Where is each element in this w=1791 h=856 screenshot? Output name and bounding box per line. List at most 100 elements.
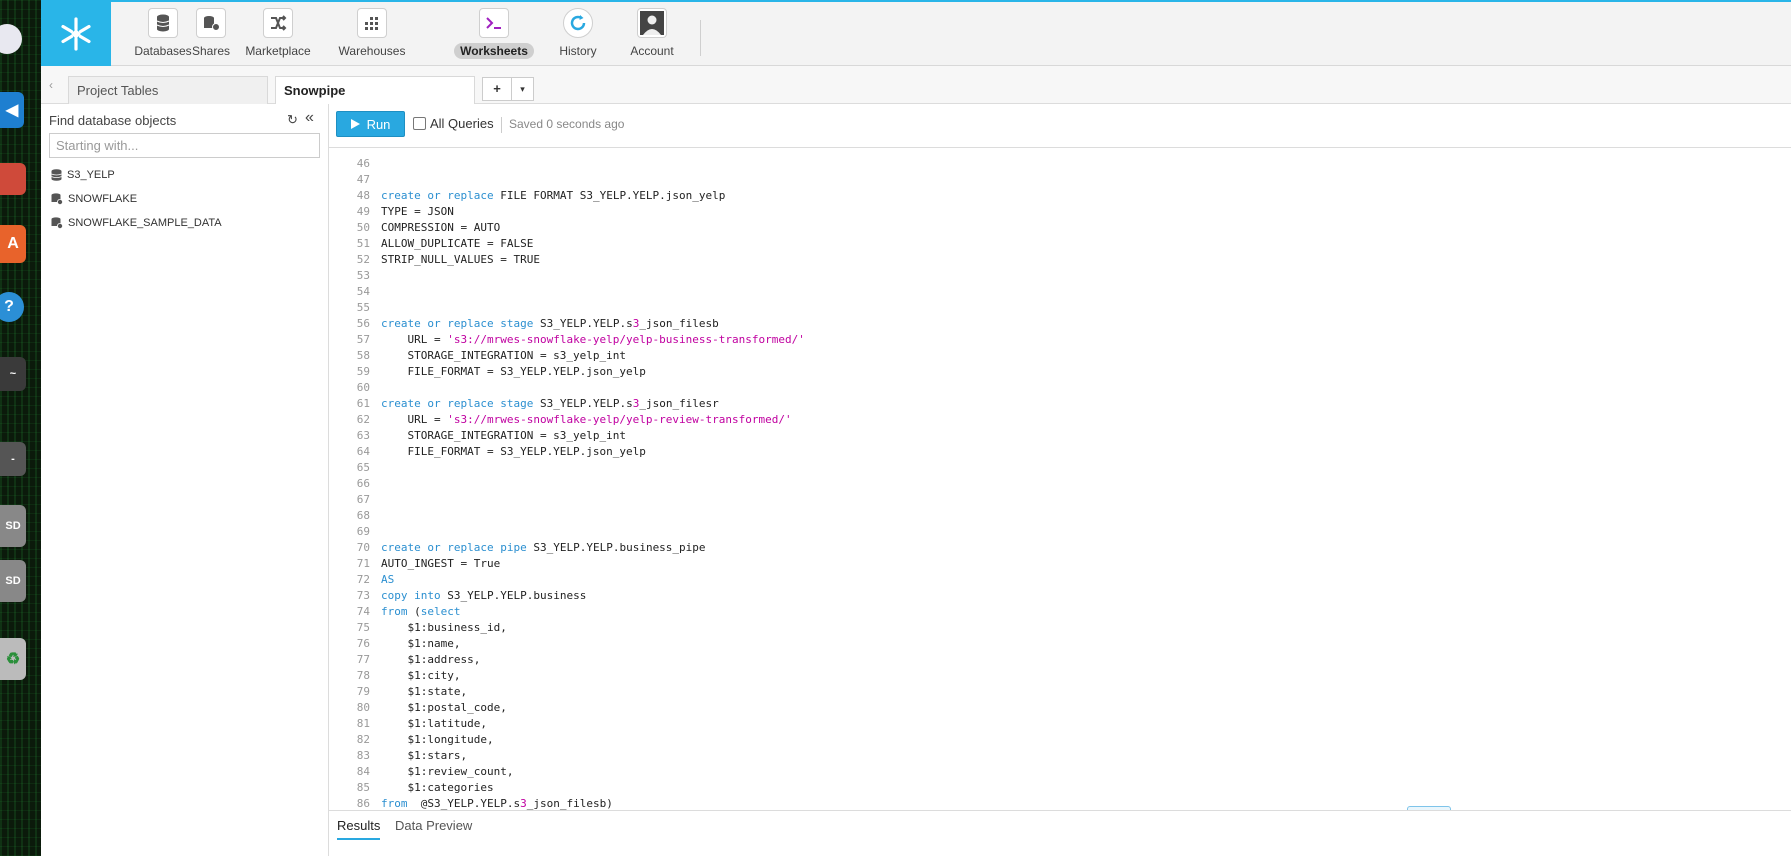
software-center-icon[interactable]: A <box>0 225 26 263</box>
code-text: $1:longitude, <box>381 733 494 746</box>
code-line[interactable]: 78 $1:city, <box>329 668 1791 684</box>
vscode-icon[interactable]: ◀ <box>0 92 24 128</box>
code-line[interactable]: 77 $1:address, <box>329 652 1791 668</box>
code-line[interactable]: 86 from @S3_YELP.YELP.s3_json_filesb) <box>329 796 1791 810</box>
code-line[interactable]: 62 URL = 's3://mrwes-snowflake-yelp/yelp… <box>329 412 1791 428</box>
code-line[interactable]: 57 URL = 's3://mrwes-snowflake-yelp/yelp… <box>329 332 1791 348</box>
code-line[interactable]: 68 <box>329 508 1791 524</box>
code-line[interactable]: 64 FILE_FORMAT = S3_YELP.YELP.json_yelp <box>329 444 1791 460</box>
code-line[interactable]: 83 $1:stars, <box>329 748 1791 764</box>
all-queries-checkbox[interactable]: All Queries <box>413 116 494 131</box>
code-line[interactable]: 51 ALLOW_DUPLICATE = FALSE <box>329 236 1791 252</box>
object-browser-sidebar: Find database objects ↻ « S3_YELP SNOWFL… <box>41 104 329 856</box>
code-line[interactable]: 59 FILE_FORMAT = S3_YELP.YELP.json_yelp <box>329 364 1791 380</box>
system-monitor-icon[interactable]: ~ <box>0 357 26 391</box>
code-line[interactable]: 71 AUTO_INGEST = True <box>329 556 1791 572</box>
add-tab-button[interactable]: + <box>482 77 512 101</box>
browser-icon[interactable] <box>0 24 22 54</box>
line-number: 77 <box>356 653 370 666</box>
code-line[interactable]: 80 $1:postal_code, <box>329 700 1791 716</box>
line-number: 59 <box>356 365 370 378</box>
tab-data-preview[interactable]: Data Preview <box>395 818 472 838</box>
code-line[interactable]: 49 TYPE = JSON <box>329 204 1791 220</box>
code-line[interactable]: 53 <box>329 268 1791 284</box>
code-text: URL = 's3://mrwes-snowflake-yelp/yelp-re… <box>381 413 792 426</box>
line-number: 68 <box>356 509 370 522</box>
nav-account[interactable]: Account <box>622 8 682 62</box>
snowflake-logo[interactable] <box>41 2 111 66</box>
disk-icon[interactable]: SD <box>0 560 26 602</box>
code-line[interactable]: 74 from (select <box>329 604 1791 620</box>
tab-snowpipe[interactable]: Snowpipe <box>275 76 475 105</box>
code-text: $1:name, <box>381 637 461 650</box>
line-number: 57 <box>356 333 370 346</box>
nav-worksheets[interactable]: Worksheets <box>452 8 536 62</box>
code-line[interactable]: 75 $1:business_id, <box>329 620 1791 636</box>
sql-editor[interactable]: 46 47 48 create or replace FILE FORMAT S3_Y… <box>329 148 1791 810</box>
tab-menu-button[interactable]: ▾ <box>512 77 534 101</box>
database-item-snowflake[interactable]: SNOWFLAKE <box>51 190 137 208</box>
code-line[interactable]: 72 AS <box>329 572 1791 588</box>
code-line[interactable]: 67 <box>329 492 1791 508</box>
code-line[interactable]: 54 <box>329 284 1791 300</box>
toolbar-divider <box>501 117 502 133</box>
line-number: 62 <box>356 413 370 426</box>
nav-shares[interactable]: Shares <box>181 8 241 62</box>
refresh-icon[interactable]: ↻ <box>287 112 298 128</box>
code-line[interactable]: 73 copy into S3_YELP.YELP.business <box>329 588 1791 604</box>
line-number: 61 <box>356 397 370 410</box>
files-icon[interactable] <box>0 163 26 195</box>
snowflake-icon <box>61 17 91 51</box>
collapse-icon[interactable]: « <box>305 109 314 127</box>
code-line[interactable]: 60 <box>329 380 1791 396</box>
line-number: 47 <box>356 173 370 186</box>
line-number: 72 <box>356 573 370 586</box>
line-number: 86 <box>356 797 370 810</box>
line-number: 78 <box>356 669 370 682</box>
code-line[interactable]: 55 <box>329 300 1791 316</box>
code-line[interactable]: 48 create or replace FILE FORMAT S3_YELP.… <box>329 188 1791 204</box>
worksheet-tab-bar: ‹ Project Tables Snowpipe + ▾ <box>41 66 1791 105</box>
code-line[interactable]: 81 $1:latitude, <box>329 716 1791 732</box>
code-line[interactable]: 52 STRIP_NULL_VALUES = TRUE <box>329 252 1791 268</box>
disk-icon[interactable]: SD <box>0 505 26 547</box>
object-search-input[interactable] <box>49 133 320 158</box>
line-number: 55 <box>356 301 370 314</box>
code-line[interactable]: 66 <box>329 476 1791 492</box>
code-line[interactable]: 65 <box>329 460 1791 476</box>
code-text: $1:city, <box>381 669 461 682</box>
help-icon[interactable]: ? <box>0 292 24 322</box>
code-text: STORAGE_INTEGRATION = s3_yelp_int <box>381 429 627 442</box>
code-line[interactable]: 56 create or replace stage S3_YELP.YELP.s… <box>329 316 1791 332</box>
code-line[interactable]: 79 $1:state, <box>329 684 1791 700</box>
code-line[interactable]: 85 $1:categories <box>329 780 1791 796</box>
database-item-s3-yelp[interactable]: S3_YELP <box>51 166 115 184</box>
tab-results[interactable]: Results <box>337 818 381 840</box>
code-line[interactable]: 84 $1:review_count, <box>329 764 1791 780</box>
code-line[interactable]: 70 create or replace pipe S3_YELP.YELP.bu… <box>329 540 1791 556</box>
code-line[interactable]: 69 <box>329 524 1791 540</box>
nav-warehouses[interactable]: Warehouses <box>334 8 410 62</box>
terminal-dock-icon[interactable]: - <box>0 442 26 476</box>
checkbox-box[interactable] <box>413 117 426 130</box>
play-icon <box>350 119 360 129</box>
run-button[interactable]: Run <box>336 111 405 137</box>
line-number: 65 <box>356 461 370 474</box>
code-line[interactable]: 47 <box>329 172 1791 188</box>
nav-history[interactable]: History <box>548 8 608 62</box>
code-line[interactable]: 61 create or replace stage S3_YELP.YELP.s… <box>329 396 1791 412</box>
database-item-snowflake-sample-data[interactable]: SNOWFLAKE_SAMPLE_DATA <box>51 214 222 232</box>
code-line[interactable]: 76 $1:name, <box>329 636 1791 652</box>
nav-label-marketplace: Marketplace <box>245 44 311 58</box>
code-text: copy into S3_YELP.YELP.business <box>381 589 587 602</box>
tab-project-tables[interactable]: Project Tables <box>68 76 268 104</box>
code-line[interactable]: 63 STORAGE_INTEGRATION = s3_yelp_int <box>329 428 1791 444</box>
code-line[interactable]: 50 COMPRESSION = AUTO <box>329 220 1791 236</box>
code-line[interactable]: 82 $1:longitude, <box>329 732 1791 748</box>
code-line[interactable]: 46 <box>329 156 1791 172</box>
code-line[interactable]: 58 STORAGE_INTEGRATION = s3_yelp_int <box>329 348 1791 364</box>
trash-icon[interactable]: ♻ <box>0 638 26 680</box>
line-number: 53 <box>356 269 370 282</box>
nav-marketplace[interactable]: Marketplace <box>240 8 316 62</box>
chevron-left-icon[interactable]: ‹ <box>49 78 53 92</box>
